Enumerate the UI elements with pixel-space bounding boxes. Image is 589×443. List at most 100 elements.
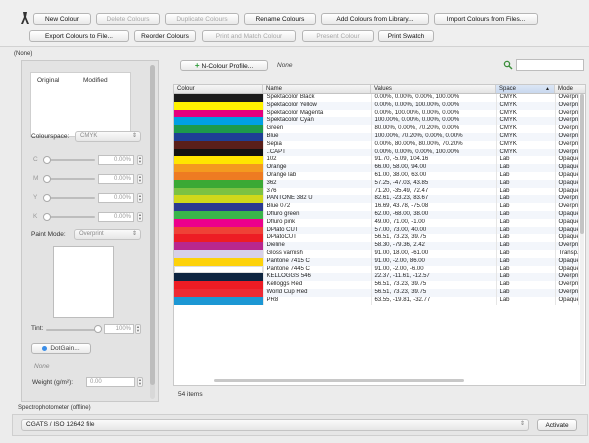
table-row[interactable]: Blue 100.00%, 70.20%, 0.00%, 0.00% CMYK Ove… — [174, 132, 579, 141]
print-swatch-button[interactable]: Print Swatch — [378, 30, 434, 42]
channel-slider-knob-c[interactable] — [43, 156, 51, 164]
colourspace-select[interactable]: CMYK ⇕ — [75, 131, 141, 142]
channel-slider-y[interactable] — [45, 197, 95, 199]
export-colours-to-file-button[interactable]: Export Colours to File... — [29, 30, 129, 42]
table-row[interactable]: Dfluro green 62.00, -68.00, 38.00 Lab Opaqu… — [174, 210, 579, 219]
table-row[interactable]: KELLOGGS 546 22.37, -11.61, -12.57 Lab Over… — [174, 273, 579, 282]
cell-mode: Opaque — [555, 210, 579, 219]
channel-slider-c[interactable] — [45, 159, 95, 161]
cell-space: CMYK — [496, 148, 556, 157]
cell-mode: Overpri — [555, 288, 579, 297]
weight-label: Weight (g/m²): — [32, 379, 74, 386]
column-header-values[interactable]: Values — [371, 85, 496, 93]
table-row[interactable]: Pantone 7415 C 91.00, -2.00, 86.00 Lab Opaq… — [174, 257, 579, 266]
colour-swatch — [174, 249, 262, 258]
table-row[interactable]: Spektacolor Black 0.00%, 0.00%, 0.00%, 10… — [174, 94, 579, 102]
activate-button[interactable]: Activate — [537, 419, 577, 431]
paint-mode-select[interactable]: Overprint ⇕ — [74, 229, 141, 240]
delete-colours-button[interactable]: Delete Colours — [96, 13, 160, 25]
reorder-colours-button[interactable]: Reorder Colours — [134, 30, 196, 42]
cell-space: Lab — [496, 203, 556, 211]
search-input[interactable] — [516, 59, 584, 71]
table-row[interactable]: Pantone 7445 C 91.00, -2.00, -6.00 Lab Opaq… — [174, 265, 579, 274]
colour-swatch-cell — [174, 234, 264, 243]
add-colours-from-library-button[interactable]: Add Colours from Library... — [321, 13, 429, 25]
table-row[interactable]: Spektacolor Cyan 100.00%, 0.00%, 0.00%, 0… — [174, 117, 579, 126]
import-colours-from-files-button[interactable]: Import Colours from Files... — [434, 13, 538, 25]
cell-values: 56.51, 73.23, 39.75 — [371, 288, 497, 297]
table-row[interactable]: Dfluro pink 49.00, 71.00, -1.00 Lab Opaque — [174, 218, 579, 227]
table-row[interactable]: Spektacolor Magenta 0.00%, 100.00%, 0.00%… — [174, 109, 579, 118]
channel-stepper-k[interactable]: ▲ ▼ — [137, 212, 143, 222]
table-row[interactable]: PR8 63.55, -19.81, -32.77 Lab Opaque — [174, 296, 579, 305]
duplicate-colours-button[interactable]: Duplicate Colours — [165, 13, 239, 25]
tint-stepper[interactable]: ▲ ▼ — [135, 324, 141, 334]
modified-label: Modified — [83, 77, 108, 84]
tint-slider-knob[interactable] — [94, 325, 102, 333]
cell-space: Lab — [496, 234, 556, 243]
channel-slider-knob-m[interactable] — [43, 175, 51, 183]
channel-slider-k[interactable] — [45, 216, 95, 218]
column-header-colour[interactable]: Colour — [174, 85, 263, 93]
table-row[interactable]: World Cup Red 56.51, 73.23, 39.75 Lab Overp… — [174, 288, 579, 297]
cell-mode: Overpri — [555, 273, 579, 282]
window-handle-icon — [20, 11, 30, 25]
cell-space: Lab — [496, 257, 556, 266]
horizontal-scrollbar[interactable] — [214, 379, 464, 382]
device-select[interactable]: CGATS / ISO 12642 file ⇕ — [21, 419, 529, 431]
tint-slider[interactable] — [46, 329, 100, 331]
table-row[interactable]: 362 57.25, -47.03, 43.85 Lab Opaque — [174, 179, 579, 188]
colour-swatch-preview — [53, 246, 114, 318]
column-header-mode[interactable]: Mode — [555, 85, 585, 93]
colour-swatch — [174, 273, 262, 282]
channel-stepper-y[interactable]: ▲ ▼ — [137, 193, 143, 203]
channel-field-c[interactable]: 0.00% — [98, 155, 134, 165]
table-row[interactable]: DPlato CUT 57.00, 73.00, 40.00 Lab Opaque — [174, 226, 579, 235]
table-row[interactable]: DPlatoCUT 56.51, 73.23, 39.75 Lab Opaque — [174, 234, 579, 243]
channel-field-y[interactable]: 0.00% — [98, 193, 134, 203]
table-row[interactable]: Orange lab 61.00, 38.00, 63.00 Lab Opaque — [174, 171, 579, 180]
table-row[interactable]: Green 80.00%, 0.00%, 70.20%, 0.00% CMYK Ove… — [174, 125, 579, 133]
channel-stepper-c[interactable]: ▲ ▼ — [137, 155, 143, 165]
table-row[interactable]: 376 71.20, -35.49, 72.47 Lab Opaque — [174, 187, 579, 196]
channel-stepper-m[interactable]: ▲ ▼ — [137, 174, 143, 184]
table-scrollbar-thumb[interactable] — [580, 94, 584, 234]
colour-swatch — [174, 132, 262, 141]
channel-slider-knob-y[interactable] — [43, 194, 51, 202]
table-row[interactable]: Blue 072 16.69, 43.78, -75.08 Lab Overpri — [174, 203, 579, 211]
tint-field[interactable]: 100% — [104, 324, 134, 334]
rename-colours-button[interactable]: Rename Colours — [244, 13, 316, 25]
n-colour-profile-button[interactable]: + N-Colour Profile... — [180, 60, 268, 71]
weight-stepper[interactable]: ▲ ▼ — [137, 377, 143, 387]
colour-swatch — [174, 242, 262, 250]
scrollbar-thumb[interactable] — [150, 65, 155, 385]
table-row[interactable]: ..CAPT 0.00%, 0.00%, 0.00%, 100.00% CMYK Ov… — [174, 148, 579, 157]
channel-slider-knob-k[interactable] — [43, 213, 51, 221]
table-row[interactable]: Dieline 58.30, -79.36, 2.42 Lab Overpri — [174, 242, 579, 250]
table-row[interactable]: 102 91.70, -5.09, 104.16 Lab Opaque — [174, 156, 579, 165]
table-row[interactable]: Sepia 0.00%, 80.00%, 80.00%, 70.20% CMYK Ov… — [174, 140, 579, 149]
table-row[interactable]: Kelloggs Red 56.51, 73.23, 39.75 Lab Overpr… — [174, 281, 579, 289]
weight-field[interactable]: 0.00 — [86, 377, 135, 387]
column-header-name[interactable]: Name — [263, 85, 371, 93]
cell-values: 0.00%, 0.00%, 0.00%, 100.00% — [371, 148, 497, 157]
channel-field-k[interactable]: 0.00% — [98, 212, 134, 222]
table-scrollbar[interactable] — [580, 94, 584, 384]
print-and-match-colour-button[interactable]: Print and Match Colour — [202, 30, 296, 42]
dotgain-button[interactable]: DotGain... — [31, 343, 91, 354]
column-header-space[interactable]: Space ▲ — [496, 85, 555, 93]
inspector-scrollbar[interactable] — [150, 65, 155, 399]
table-row[interactable]: Orange 66.00, 58.00, 94.00 Lab Opaque — [174, 164, 579, 172]
section-label: (None) — [14, 51, 33, 57]
new-colour-button[interactable]: New Colour — [33, 13, 91, 25]
table-row[interactable]: Spektacolor Yellow 0.00%, 0.00%, 100.00%,… — [174, 101, 579, 110]
table-row[interactable]: Gloss varnish 91.00, 18.00, -61.00 Lab Tran… — [174, 249, 579, 258]
colour-swatch — [174, 195, 262, 204]
table-row[interactable]: PANTONE 382 U 82.61, -23.23, 83.67 Lab Over… — [174, 195, 579, 204]
cell-values: 49.00, 71.00, -1.00 — [371, 218, 497, 227]
present-colour-button[interactable]: Present Colour — [302, 30, 374, 42]
cell-mode: Transp. — [555, 249, 579, 258]
colour-swatch — [174, 281, 262, 289]
channel-slider-m[interactable] — [45, 178, 95, 180]
channel-field-m[interactable]: 0.00% — [98, 174, 134, 184]
